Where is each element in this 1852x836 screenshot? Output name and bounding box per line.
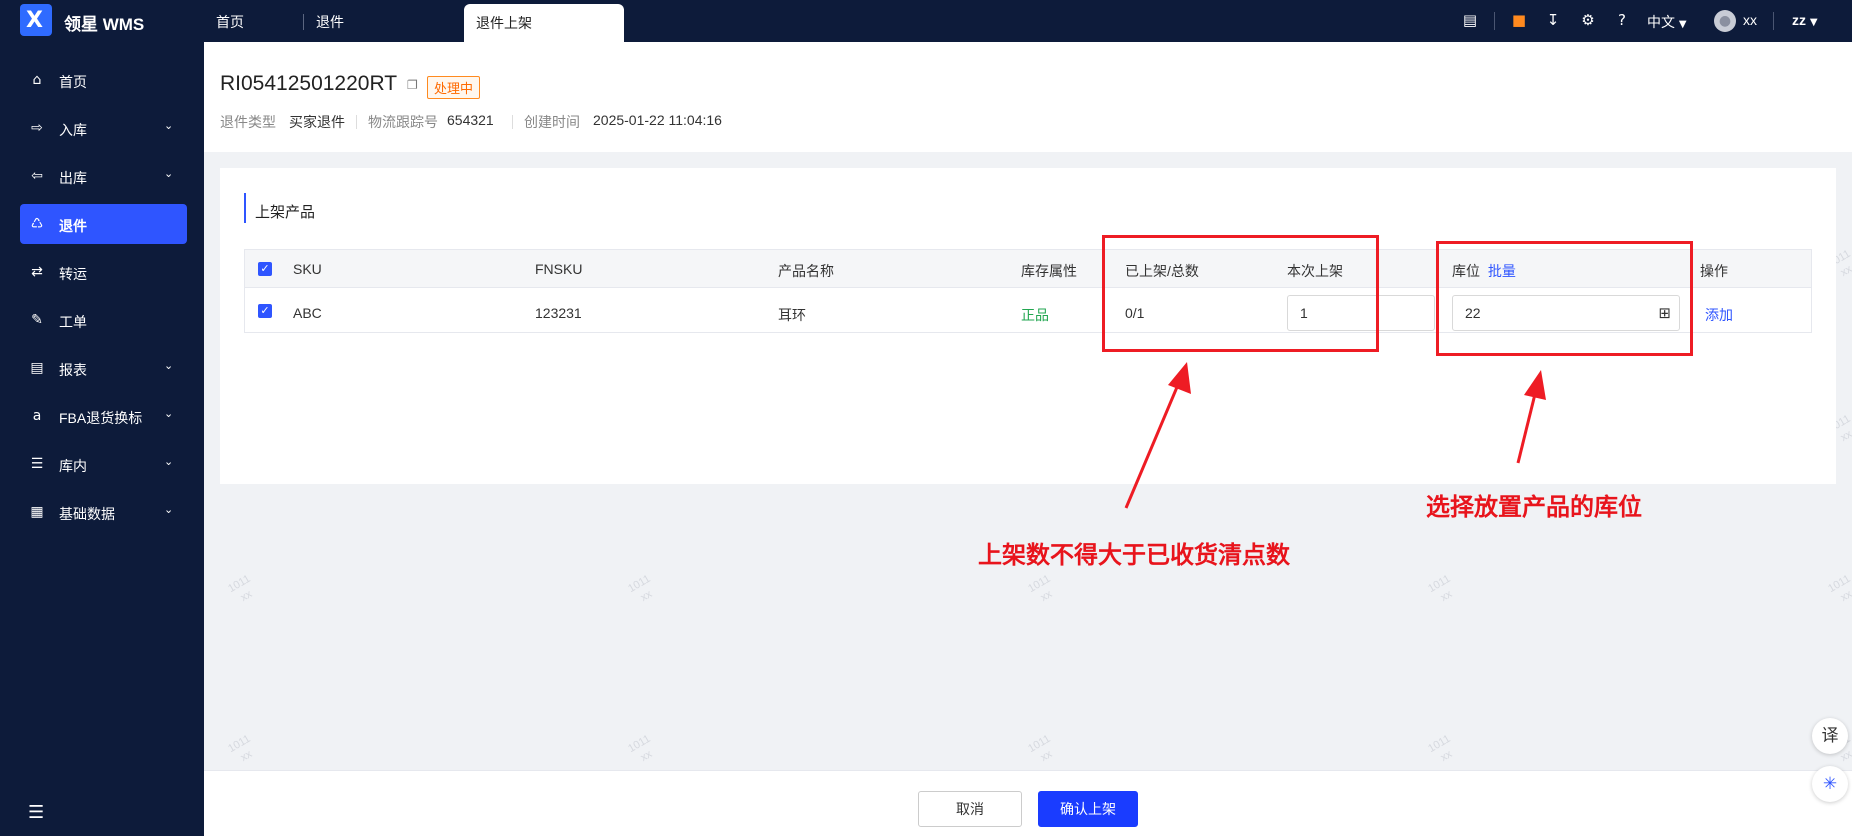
cancel-button[interactable]: 取消 (918, 791, 1022, 827)
arrow-head-icon (1168, 362, 1191, 394)
annotation-arrow-right (1516, 389, 1538, 464)
translate-icon[interactable]: 译 (1812, 718, 1848, 754)
annotation-text-location: 选择放置产品的库位 (1426, 494, 1642, 521)
annotation-text-quantity: 上架数不得大于已收货清点数 (978, 542, 1290, 569)
annotation-arrow-left (1124, 379, 1182, 509)
network-icon[interactable]: ✳ (1812, 766, 1848, 802)
arrow-head-icon (1524, 370, 1546, 400)
footer-bar: 取消 确认上架 (204, 770, 1852, 836)
annotation-arrows (1124, 362, 1546, 509)
confirm-shelving-button[interactable]: 确认上架 (1038, 791, 1138, 827)
